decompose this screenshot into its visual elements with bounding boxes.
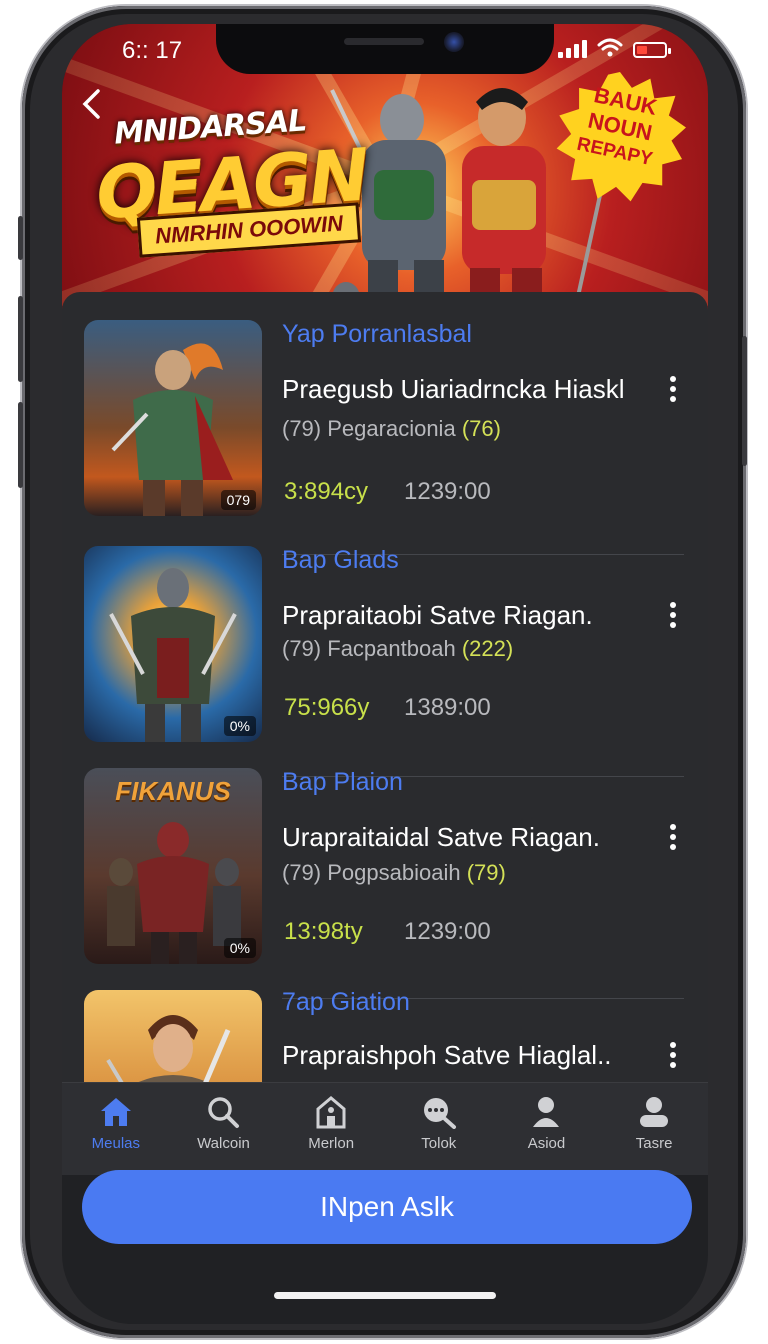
thumbnail-tag: 079 [220, 490, 256, 510]
building-icon [316, 1096, 346, 1129]
volume-up-button [18, 296, 23, 382]
item-time: 1239:00 [404, 918, 491, 945]
nav-label: Tolok [421, 1135, 457, 1152]
list-item[interactable]: 079 Yap Porranlasbal Praegusb Uiariadrnc… [62, 292, 708, 516]
thumbnail-tag: 0% [223, 938, 256, 958]
item-price: 75:966y [284, 694, 370, 721]
nav-label: Merlon [308, 1135, 355, 1152]
user-icon [533, 1097, 560, 1127]
item-name: Prapraishpoh Satve Hiaglal.. [282, 1040, 612, 1070]
more-options-icon[interactable] [666, 376, 680, 406]
nav-label: Asiod [527, 1135, 566, 1152]
game-thumbnail[interactable]: FIKANUS 0% [84, 768, 262, 964]
item-title[interactable]: Bap Glads [282, 546, 399, 575]
item-title[interactable]: Bap Plaion [282, 768, 403, 797]
item-title[interactable]: Yap Porranlasbal [282, 320, 472, 349]
item-name: Praegusb Uiariadrncka Hiaskl [282, 374, 625, 404]
item-price: 3:894cy [284, 478, 369, 505]
list-item[interactable]: 0% Bap Glads Prapraitaobi Satve Riagan. … [62, 518, 708, 742]
list-item[interactable]: 7ap Giation Prapraishpoh Satve Hiaglal.. [62, 962, 708, 1082]
volume-down-button [18, 402, 23, 488]
search-icon [208, 1097, 240, 1128]
back-button[interactable] [80, 88, 102, 128]
item-title[interactable]: 7ap Giation [282, 988, 410, 1017]
home-icon [100, 1098, 131, 1126]
thumbnail-tag: 0% [223, 716, 256, 736]
power-button [742, 336, 747, 466]
mute-switch [18, 216, 23, 260]
item-meta: (79) Facpantboah (222) [282, 636, 514, 661]
nav-item-tolok[interactable]: Tolok [391, 1083, 487, 1175]
chat-search-icon [423, 1098, 456, 1129]
list-item[interactable]: FIKANUS 0% Bap Plaion Uraprаitаidal Satv… [62, 740, 708, 964]
item-name: Uraprаitаidal Satve Riagan. [282, 822, 600, 852]
nav-item-walcoin[interactable]: Walcoin [175, 1083, 271, 1175]
nav-item-tasre[interactable]: Tasre [606, 1083, 702, 1175]
game-thumbnail[interactable]: 0% [84, 546, 262, 742]
thumbnail-caption: FIKANUS [115, 776, 231, 806]
more-options-icon[interactable] [666, 602, 680, 632]
front-camera [444, 32, 464, 52]
game-list: 079 Yap Porranlasbal Praegusb Uiariadrnc… [62, 292, 708, 1082]
item-time: 1239:00 [404, 478, 491, 505]
game-thumbnail[interactable]: 079 [84, 320, 262, 516]
nav-label: Walcoin [197, 1135, 250, 1152]
signal-icon [558, 38, 587, 58]
nav-item-merlon[interactable]: Merlon [283, 1083, 379, 1175]
status-icons [558, 38, 671, 58]
item-price: 13:98ty [284, 918, 363, 945]
item-meta: (79) Pegaracionia (76) [282, 416, 501, 441]
profile-icon [640, 1097, 669, 1127]
item-meta: (79) Pogpsabioaih (79) [282, 860, 506, 885]
game-thumbnail[interactable] [84, 990, 262, 1082]
nav-item-asiod[interactable]: Asiod [498, 1083, 594, 1175]
notch [216, 24, 554, 74]
status-time: 6:: 17 [122, 37, 183, 64]
nav-item-meulas[interactable]: Meulas [68, 1083, 164, 1175]
hero-banner[interactable]: 6:: 17 MNIDARSAL QEAGN NMRHIN OOOWIN BAU… [62, 24, 708, 324]
item-time: 1389:00 [404, 694, 491, 721]
primary-cta-button[interactable]: INpen Aslk [82, 1170, 692, 1244]
home-indicator[interactable] [274, 1292, 496, 1299]
speaker [344, 38, 424, 45]
nav-label: Meulas [91, 1135, 140, 1152]
chevron-left-icon [82, 89, 100, 119]
wifi-icon [597, 38, 623, 57]
item-name: Prapraitaobi Satve Riagan. [282, 600, 593, 630]
more-options-icon[interactable] [666, 1042, 680, 1072]
bottom-navigation: Meulas Walcoin Merlon Tolok Asiod Tasre [62, 1082, 708, 1175]
screen: 6:: 17 MNIDARSAL QEAGN NMRHIN OOOWIN BAU… [62, 24, 708, 1324]
battery-icon [633, 42, 671, 58]
more-options-icon[interactable] [666, 824, 680, 854]
nav-label: Tasre [635, 1135, 673, 1152]
